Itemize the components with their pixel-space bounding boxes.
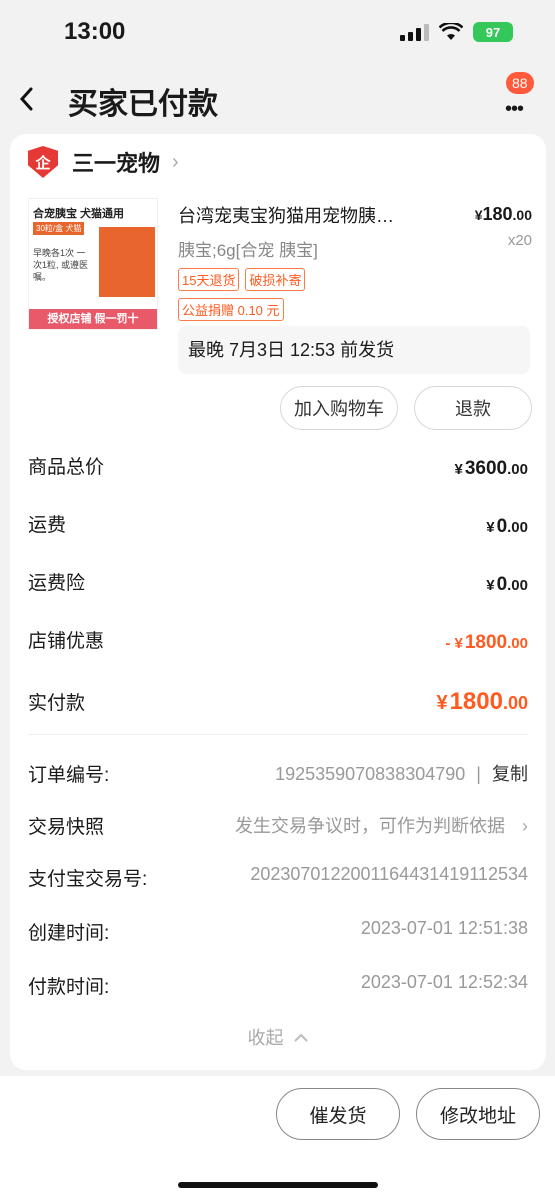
currency-symbol: ¥ — [486, 577, 495, 594]
cost-value-paid: ¥1800.00 — [436, 688, 528, 716]
cost-value-insurance: ¥0.00 — [486, 574, 528, 596]
battery-icon: 97 — [473, 22, 513, 42]
alipay-label: 支付宝交易号: — [28, 869, 148, 890]
value-integer: 1800 — [464, 632, 508, 653]
cost-value-total: ¥3600.00 — [455, 458, 528, 480]
service-tag: 15天退货 — [178, 268, 240, 291]
status-time: 13:00 — [64, 18, 126, 45]
created-value: 2023-07-01 12:51:38 — [360, 918, 528, 938]
order-no-label: 订单编号: — [28, 765, 110, 786]
alipay-value: 20230701220011644314191125​34 — [250, 864, 528, 884]
status-bar: 13:00 97 — [0, 0, 555, 62]
product-image[interactable]: 合宠胰宝 犬猫通用 30粒/盒 犬猫 早晚各1次 一次1粒, 或遵医嘱。 授权店… — [28, 198, 158, 330]
snapshot-value: 发生交易争议时，可作为判断依据 — [234, 816, 505, 836]
chevron-right-icon: › — [172, 150, 179, 173]
currency-symbol: - ¥ — [445, 635, 463, 652]
cost-label-shipping: 运费 — [28, 515, 67, 536]
modify-address-button[interactable]: 修改地址 — [416, 1088, 540, 1140]
cost-value-discount: - ¥1800.00 — [445, 632, 528, 654]
value-decimal: .00 — [502, 693, 528, 713]
cost-label-total: 商品总价 — [28, 457, 105, 478]
chevron-up-icon — [293, 1033, 308, 1042]
order-no-value: 1925359070838304790 — [275, 764, 466, 784]
value-decimal: .00 — [507, 635, 528, 652]
shop-logo-icon: 企 — [28, 146, 58, 178]
product-price: ¥180.00 — [475, 204, 532, 225]
snapshot-label: 交易快照 — [28, 817, 105, 838]
price-decimal: .00 — [512, 207, 532, 223]
product-box-graphic — [99, 227, 155, 297]
nav-bar: 买家已付款 88 ••• — [0, 62, 555, 134]
wifi-icon — [439, 23, 463, 40]
value-integer: 0 — [496, 574, 508, 595]
charity-tag: 公益捐赠 0.10 元 — [178, 298, 284, 321]
back-button[interactable] — [18, 82, 48, 116]
cost-label-paid: 实付款 — [28, 693, 86, 714]
service-tags: 15天退货 破损补寄 — [178, 268, 306, 291]
shop-name: 三一宠物 — [72, 151, 161, 176]
product-image-tag: 30粒/盒 犬猫 — [33, 222, 85, 235]
product-image-banner: 授权店铺 假一罚十 — [29, 309, 157, 329]
order-card: 企 三一宠物 › 合宠胰宝 犬猫通用 30粒/盒 犬猫 早晚各1次 一次1粒, … — [10, 134, 546, 1070]
cost-label-discount: 店铺优惠 — [28, 631, 105, 652]
cost-label-insurance: 运费险 — [28, 573, 86, 594]
snapshot-link[interactable]: 发生交易争议时，可作为判断依据 › — [235, 812, 528, 838]
chevron-left-icon — [19, 87, 33, 111]
currency-symbol: ¥ — [454, 461, 463, 478]
currency-symbol: ¥ — [486, 519, 495, 536]
value-integer: 3600 — [464, 458, 508, 479]
value-integer: 1800 — [449, 688, 503, 715]
service-tag: 破损补寄 — [245, 268, 306, 291]
page-title: 买家已付款 — [68, 88, 218, 121]
divider — [28, 734, 528, 735]
created-label: 创建时间: — [28, 923, 110, 944]
message-button[interactable]: 88 ••• — [496, 72, 540, 122]
collapse-label: 收起 — [247, 1028, 284, 1048]
value-decimal: .00 — [507, 577, 528, 594]
add-to-cart-button[interactable]: 加入购物车 — [280, 386, 398, 430]
product-image-title: 合宠胰宝 犬猫通用 — [33, 208, 125, 220]
product-quantity: x20 — [507, 232, 532, 249]
urge-shipping-button[interactable]: 催发货 — [276, 1088, 400, 1140]
paid-label: 付款时间: — [28, 977, 110, 998]
bottom-action-bar: 催发货 修改地址 — [0, 1076, 555, 1200]
separator: | — [476, 764, 481, 784]
value-decimal: .00 — [507, 519, 528, 536]
home-indicator — [178, 1182, 378, 1188]
chevron-right-icon: › — [522, 816, 528, 836]
paid-value: 2023-07-01 12:52:34 — [360, 972, 528, 992]
value-integer: 0 — [496, 516, 508, 537]
currency-symbol: ¥ — [436, 692, 448, 714]
message-badge: 88 — [506, 72, 534, 94]
value-decimal: .00 — [507, 461, 528, 478]
price-integer: 180 — [482, 204, 513, 224]
signal-icon — [400, 23, 429, 41]
refund-button[interactable]: 退款 — [414, 386, 532, 430]
product-sku: 胰宝;6g[合宠 胰宝] — [178, 241, 318, 260]
copy-button[interactable]: 复制 — [492, 764, 528, 784]
product-image-note: 早晚各1次 一次1粒, 或遵医嘱。 — [33, 248, 89, 282]
order-no-row: 1925359070838304790 | 复制 — [275, 760, 528, 786]
collapse-button[interactable]: 收起 — [10, 1024, 546, 1050]
status-icons: 97 — [400, 22, 513, 42]
product-title[interactable]: 台湾宠夷宝狗猫用宠物胰… — [178, 202, 448, 228]
cost-value-shipping: ¥0.00 — [486, 516, 528, 538]
ship-deadline: 最晚 7月3日 12:53 前发货 — [178, 326, 530, 374]
shop-link[interactable]: 企 三一宠物 › — [28, 144, 179, 180]
more-dots-icon: ••• — [505, 98, 524, 120]
